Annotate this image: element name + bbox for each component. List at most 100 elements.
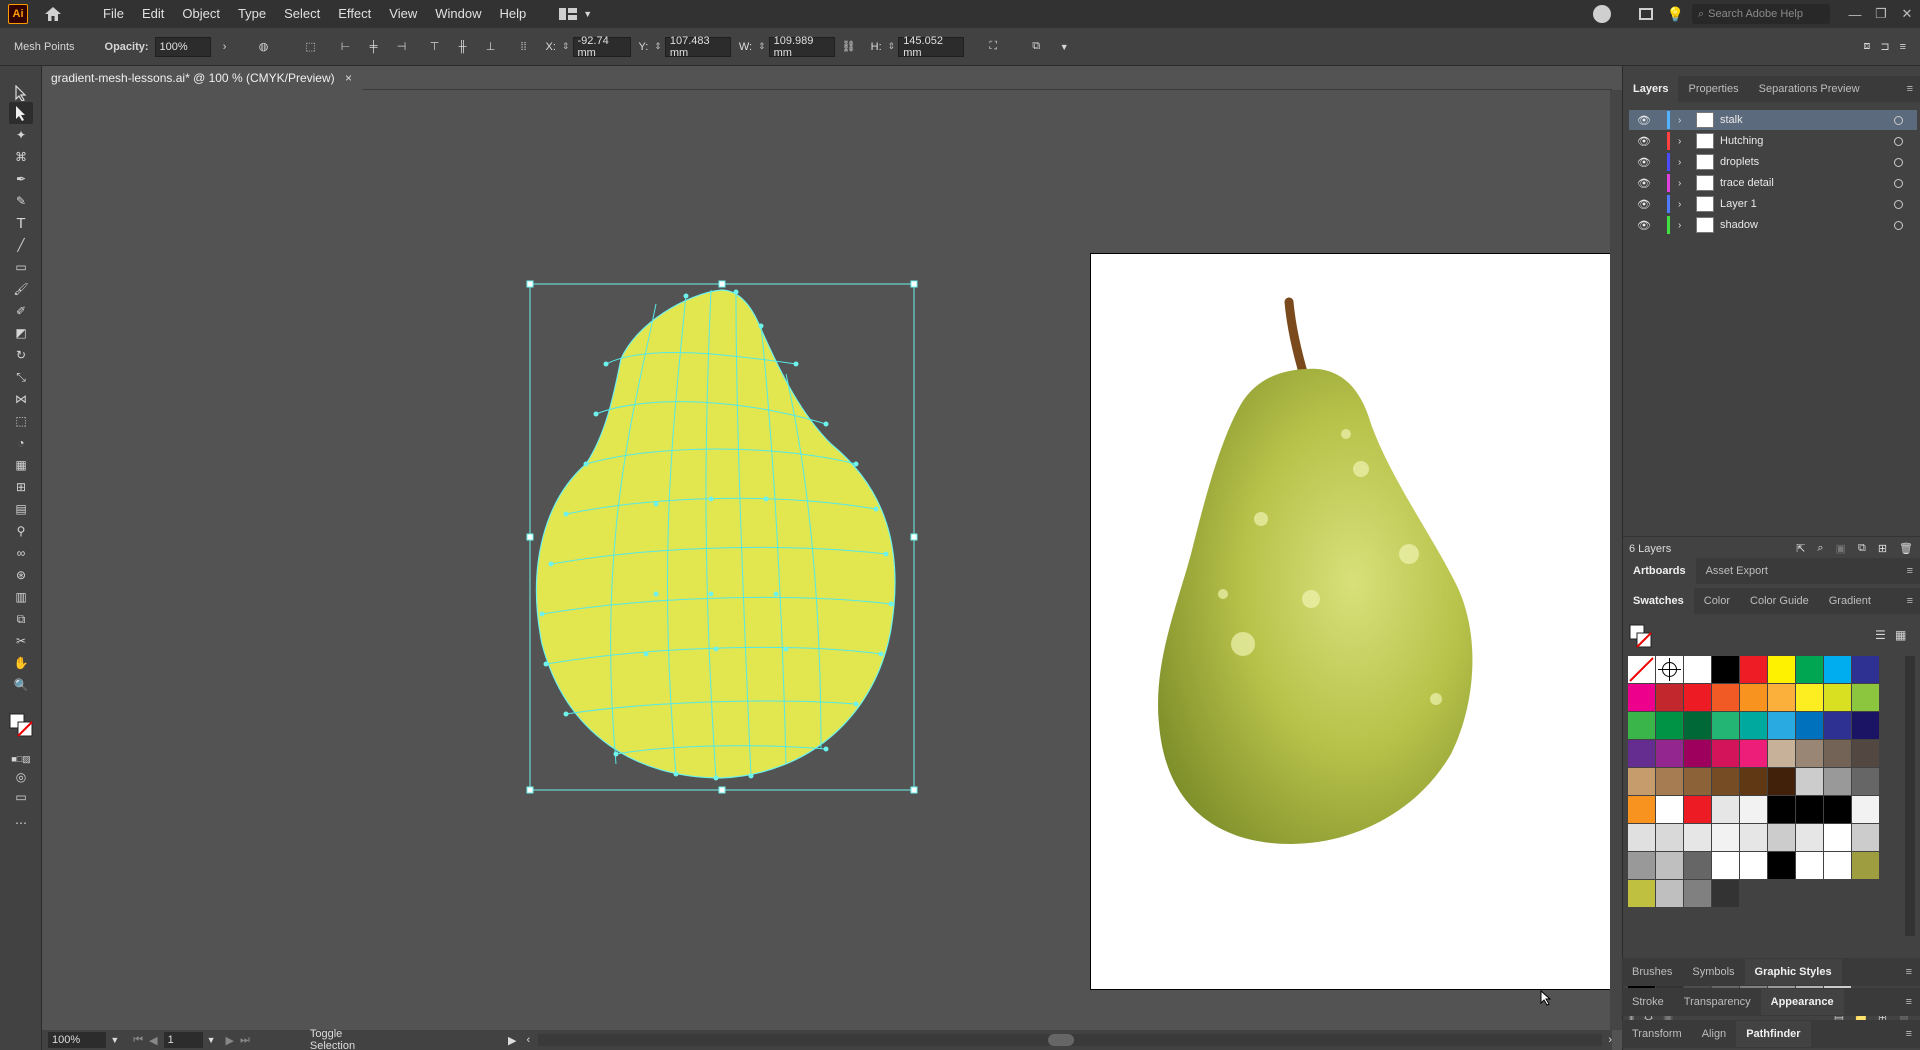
shape-builder-icon[interactable]: ◔ xyxy=(9,432,33,454)
color-swatch[interactable] xyxy=(1712,684,1739,711)
menu-help[interactable]: Help xyxy=(490,0,535,28)
tab-transform[interactable]: Transform xyxy=(1622,1021,1692,1047)
align-center-v-icon[interactable]: ╫ xyxy=(452,36,474,58)
color-swatch[interactable] xyxy=(1796,768,1823,795)
color-swatch[interactable] xyxy=(1768,824,1795,851)
visibility-eye-icon[interactable]: 👁 xyxy=(1635,219,1653,232)
tab-layers[interactable]: Layers xyxy=(1623,76,1679,102)
layer-row[interactable]: 👁 › Layer 1 xyxy=(1629,194,1917,214)
color-swatch[interactable] xyxy=(1740,740,1767,767)
first-artboard-icon[interactable]: ⏮ xyxy=(133,1034,143,1047)
color-swatch[interactable] xyxy=(1712,656,1739,683)
menu-window[interactable]: Window xyxy=(426,0,490,28)
layer-row[interactable]: 👁 › droplets xyxy=(1629,152,1917,172)
hand-tool-icon[interactable]: ✋ xyxy=(9,652,33,674)
chevron-right-icon[interactable]: › xyxy=(1678,136,1688,147)
color-swatch[interactable] xyxy=(1628,880,1655,907)
lasso-icon[interactable]: ⌘ xyxy=(9,146,33,168)
chevron-right-icon[interactable]: › xyxy=(214,36,236,58)
visibility-eye-icon[interactable]: 👁 xyxy=(1635,135,1653,148)
menu-effect[interactable]: Effect xyxy=(329,0,380,28)
color-swatch[interactable] xyxy=(1684,768,1711,795)
artboard-number-field[interactable]: 1 xyxy=(163,1032,203,1048)
none-swatch[interactable] xyxy=(1628,656,1655,683)
layer-row[interactable]: 👁 › trace detail xyxy=(1629,173,1917,193)
layer-row[interactable]: 👁 › Hutching xyxy=(1629,131,1917,151)
color-swatch[interactable] xyxy=(1768,684,1795,711)
target-icon[interactable] xyxy=(1894,115,1903,125)
prev-artboard-icon[interactable]: ◀ xyxy=(149,1034,157,1047)
panel-menu-icon[interactable]: ≡ xyxy=(1906,1021,1912,1047)
screen-mode-icon[interactable]: ▭ xyxy=(9,786,33,808)
color-swatch[interactable] xyxy=(1628,796,1655,823)
eraser-icon[interactable]: ◩ xyxy=(9,322,33,344)
color-swatch[interactable] xyxy=(1740,768,1767,795)
layer-row[interactable]: 👁 › stalk xyxy=(1629,110,1917,130)
drawing-modes-icon[interactable]: ◎ xyxy=(9,766,33,788)
swatch-scrollbar[interactable] xyxy=(1905,656,1915,936)
color-swatch[interactable] xyxy=(1684,824,1711,851)
color-swatch[interactable] xyxy=(1656,824,1683,851)
chevron-right-icon[interactable]: › xyxy=(1678,157,1688,168)
tab-graphic-styles[interactable]: Graphic Styles xyxy=(1744,959,1842,985)
constrain-proportions-icon[interactable]: ⛓ xyxy=(838,36,860,58)
visibility-eye-icon[interactable]: 👁 xyxy=(1635,198,1653,211)
align-center-h-icon[interactable]: ╪ xyxy=(363,36,385,58)
color-swatch[interactable] xyxy=(1768,656,1795,683)
visibility-eye-icon[interactable]: 👁 xyxy=(1635,177,1653,190)
align-right-icon[interactable]: ⊣ xyxy=(391,36,413,58)
menu-edit[interactable]: Edit xyxy=(133,0,173,28)
color-swatch[interactable] xyxy=(1712,740,1739,767)
reference-point-icon[interactable]: ⁞⁞ xyxy=(513,36,535,58)
scroll-thumb[interactable] xyxy=(1048,1034,1075,1046)
zoom-tool-icon[interactable]: 🔍 xyxy=(9,674,33,696)
align-to-icon[interactable]: ⬚ xyxy=(300,36,322,58)
slice-tool-icon[interactable]: ✂ xyxy=(9,630,33,652)
panel-menu-icon[interactable]: ≡ xyxy=(1907,588,1913,614)
color-swatch[interactable] xyxy=(1852,852,1879,879)
zoom-dropdown-icon[interactable]: ▼ xyxy=(110,1035,119,1045)
menu-file[interactable]: File xyxy=(94,0,133,28)
color-swatch[interactable] xyxy=(1712,796,1739,823)
color-swatch[interactable] xyxy=(1824,768,1851,795)
document-tab[interactable]: gradient-mesh-lessons.ai* @ 100 % (CMYK/… xyxy=(42,66,362,90)
color-swatch[interactable] xyxy=(1684,684,1711,711)
layer-row[interactable]: 👁 › shadow xyxy=(1629,215,1917,235)
lightbulb-icon[interactable]: 💡 xyxy=(1667,6,1684,23)
tab-symbols[interactable]: Symbols xyxy=(1682,959,1744,985)
tab-properties[interactable]: Properties xyxy=(1678,76,1748,102)
rotate-tool-icon[interactable]: ↻ xyxy=(9,344,33,366)
scale-tool-icon[interactable]: ⤡ xyxy=(9,366,33,388)
color-swatch[interactable] xyxy=(1824,656,1851,683)
visibility-eye-icon[interactable]: 👁 xyxy=(1635,114,1653,127)
horizontal-scrollbar[interactable] xyxy=(538,1034,1603,1046)
fill-stroke-swatch-icon[interactable] xyxy=(1629,624,1653,650)
color-swatch[interactable] xyxy=(1796,684,1823,711)
h-stepper-icon[interactable]: ⇕ xyxy=(888,41,896,52)
color-swatch[interactable] xyxy=(1796,712,1823,739)
color-swatch[interactable] xyxy=(1628,768,1655,795)
width-tool-icon[interactable]: ⋈ xyxy=(9,388,33,410)
x-stepper-icon[interactable]: ⇕ xyxy=(562,41,570,52)
rectangle-tool-icon[interactable]: ▭ xyxy=(9,256,33,278)
tab-artboards[interactable]: Artboards xyxy=(1623,558,1696,584)
color-swatch[interactable] xyxy=(1656,852,1683,879)
tab-brushes[interactable]: Brushes xyxy=(1622,959,1682,985)
chevron-right-icon[interactable]: › xyxy=(1678,178,1688,189)
chevron-right-icon[interactable]: › xyxy=(1678,220,1688,231)
recolor-icon[interactable]: ◍ xyxy=(253,36,275,58)
color-swatch[interactable] xyxy=(1796,852,1823,879)
last-artboard-icon[interactable]: ⏭ xyxy=(240,1034,250,1047)
chevron-right-icon[interactable]: › xyxy=(1678,199,1688,210)
color-swatch[interactable] xyxy=(1740,712,1767,739)
minimize-button[interactable]: — xyxy=(1842,7,1868,22)
color-swatch[interactable] xyxy=(1768,796,1795,823)
perspective-grid-icon[interactable]: ▦ xyxy=(9,454,33,476)
close-tab-icon[interactable]: × xyxy=(345,71,352,85)
export-icon[interactable]: ⇱ xyxy=(1796,542,1805,555)
color-swatch[interactable] xyxy=(1852,656,1879,683)
target-icon[interactable] xyxy=(1894,157,1903,167)
arrange-panels-icon[interactable]: ⧈ xyxy=(1863,40,1870,53)
close-window-button[interactable]: ✕ xyxy=(1894,6,1920,22)
selection-bounding-box[interactable] xyxy=(526,280,918,794)
